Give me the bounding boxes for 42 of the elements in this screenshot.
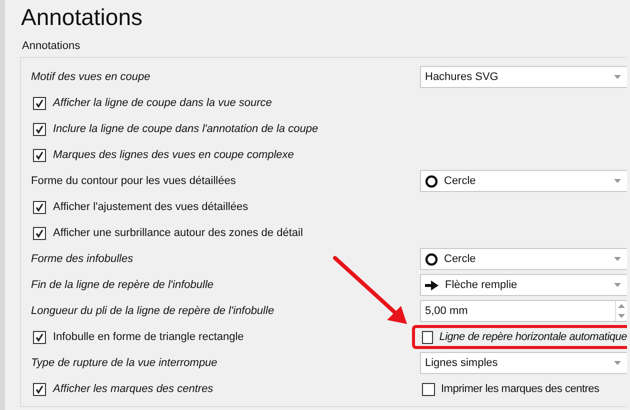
dropdown[interactable]: Hachures SVG: [420, 66, 627, 88]
checkbox[interactable]: [33, 122, 46, 136]
checkbox-label: Marques des lignes des vues en coupe complexe: [53, 149, 294, 161]
dropdown[interactable]: Cercle: [420, 170, 627, 192]
checkbox[interactable]: [33, 96, 46, 110]
caret-icon: [614, 361, 621, 365]
checkbox[interactable]: [422, 330, 434, 344]
setting-label: Forme du contour pour les vues détaillées: [31, 175, 236, 187]
dropdown[interactable]: Lignes simples: [420, 352, 627, 374]
caret-icon: [614, 75, 621, 79]
checkbox-label: Inclure la ligne de coupe dans l'annotation de la coupe: [53, 123, 318, 135]
checkbox[interactable]: [33, 226, 46, 240]
circle-icon: [425, 174, 438, 188]
number-field[interactable]: 5,00 mm: [420, 300, 627, 322]
checkbox[interactable]: [33, 330, 46, 344]
setting-label: Fin de la ligne de repère de l'infobulle: [31, 279, 214, 291]
group-label: Annotations: [21, 39, 82, 54]
checkbox-label: Infobulle en forme de triangle rectangle: [53, 331, 244, 343]
setting-label: Forme des infobulles: [31, 253, 134, 265]
checkbox-label: Afficher la ligne de coupe dans la vue source: [53, 97, 272, 109]
dropdown[interactable]: Flèche remplie: [420, 274, 627, 296]
checkbox-label: Afficher les marques des centres: [53, 383, 214, 395]
setting-label: Type de rupture de la vue interrompue: [31, 357, 218, 369]
checkbox-label: Ligne de repère horizontale automatique: [439, 331, 627, 343]
checkbox[interactable]: [422, 382, 435, 396]
up-arrow-icon[interactable]: [618, 304, 625, 308]
arrow-icon: [425, 280, 439, 290]
dropdown[interactable]: Cercle: [420, 248, 627, 270]
checkbox[interactable]: [33, 148, 46, 162]
down-arrow-icon[interactable]: [618, 314, 625, 318]
setting-label: Motif des vues en coupe: [31, 71, 150, 83]
checkbox-label: Imprimer les marques des centres: [441, 383, 600, 395]
caret-icon: [614, 257, 621, 261]
checkbox[interactable]: [33, 200, 46, 214]
circle-icon: [425, 252, 438, 266]
checkbox-label: Afficher une surbrillance autour des zones de détail: [53, 227, 303, 239]
setting-label: Longueur du pli de la ligne de repère de l'infobulle: [31, 305, 274, 317]
page-title: Annotations: [20, 3, 144, 32]
checkbox[interactable]: [33, 382, 46, 396]
caret-icon: [614, 179, 621, 183]
caret-icon: [614, 283, 621, 287]
checkbox-label: Afficher l'ajustement des vues détaillées: [53, 201, 248, 213]
